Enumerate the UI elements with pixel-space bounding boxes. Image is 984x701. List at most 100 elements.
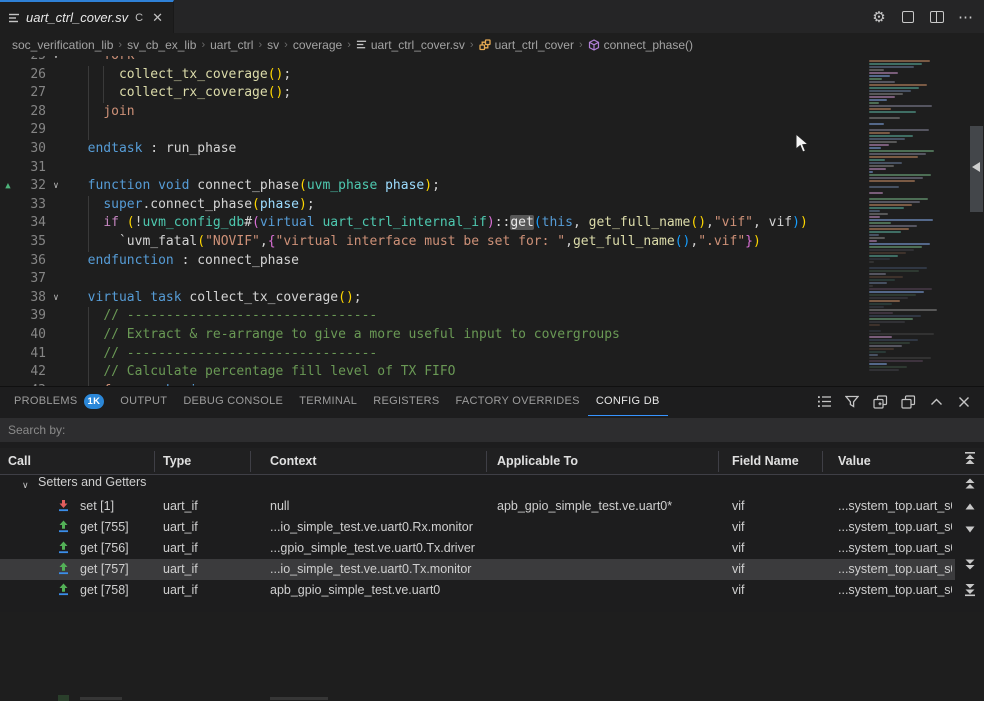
column-header-context[interactable]: Context [270, 448, 317, 475]
group-row-setters-and-getters[interactable]: ∨ Setters and Getters [0, 475, 955, 496]
code-line: 28 join [0, 103, 984, 122]
close-panel-icon[interactable] [956, 394, 972, 410]
line-number: 34 [16, 214, 46, 233]
table-row[interactable]: get [757] uart_if ...io_simple_test.ve.uar… [0, 559, 955, 580]
fold-chevron-icon[interactable]: ∨ [46, 289, 66, 308]
table-header: Call Type Context Applicable To Field Na… [0, 448, 984, 475]
type-cell: uart_if [163, 517, 247, 538]
line-number: 38 [16, 289, 46, 308]
breadcrumb-item[interactable]: sv [267, 38, 279, 52]
code-line: 42 // Calculate percentage fill level of… [0, 363, 984, 382]
table-row[interactable]: get [758]uart_ifapb_gpio_simple_test.ve.… [0, 580, 955, 601]
code-line: 35 `uvm_fatal("NOVIF",{"virtual interfac… [0, 233, 984, 252]
call-cell: set [1] [80, 496, 154, 517]
value-cell: ...system_top.uart_s0 [838, 559, 952, 580]
table-scroll-rail [955, 448, 984, 613]
page-up-icon[interactable] [963, 477, 977, 491]
close-tab-icon[interactable]: ✕ [152, 11, 163, 24]
fold-chevron-icon[interactable]: ∨ [46, 382, 66, 386]
tab-language-indicator: C [135, 12, 143, 24]
panel-tab-bar: PROBLEMS1K OUTPUT DEBUG CONSOLE TERMINAL… [0, 387, 820, 416]
line-number: 28 [16, 103, 46, 122]
editor-actions: ⚙ ⋯ [871, 0, 974, 33]
code-line: 39 // -------------------------------- [0, 307, 984, 326]
scroll-to-top-icon[interactable] [963, 451, 977, 465]
breadcrumb-item[interactable]: sv_cb_ex_lib [127, 38, 196, 52]
line-number: 42 [16, 363, 46, 382]
value-cell: ...system_top.uart_s0 [838, 580, 952, 601]
line-number: 32 [16, 177, 46, 196]
layout-icon[interactable] [900, 9, 916, 25]
panel-tab-registers[interactable]: REGISTERS [365, 387, 447, 416]
table-body: ∨ Setters and Getters set [1]uart_ifnull… [0, 475, 955, 613]
column-header-value[interactable]: Value [838, 448, 871, 475]
breadcrumb-item-method[interactable]: connect_phase() [588, 38, 693, 52]
type-cell: uart_if [163, 538, 247, 559]
column-header-type[interactable]: Type [163, 448, 191, 475]
type-cell: uart_if [163, 496, 247, 517]
editor-tab-bar: uart_ctrl_cover.sv C ✕ ⚙ ⋯ [0, 0, 984, 33]
table-row[interactable]: get [755]uart_if...io_simple_test.ve.uar… [0, 517, 955, 538]
applicable-to-cell: apb_gpio_simple_test.ve.uart0* [497, 496, 715, 517]
context-cell: apb_gpio_simple_test.ve.uart0 [270, 580, 484, 601]
split-editor-icon[interactable] [929, 9, 945, 25]
get-call-icon [57, 520, 70, 536]
table-row[interactable]: set [1]uart_ifnullapb_gpio_simple_test.v… [0, 496, 955, 517]
table-row[interactable]: get [756]uart_if...gpio_simple_test.ve.u… [0, 538, 955, 559]
column-header-field-name[interactable]: Field Name [732, 448, 799, 475]
duplicate-window-icon[interactable] [900, 394, 916, 410]
fold-chevron-icon[interactable]: ∨ [46, 56, 66, 66]
value-cell: ...system_top.uart_s0 [838, 538, 952, 559]
fold-chevron-icon[interactable]: ∨ [46, 177, 66, 196]
breadcrumb-item[interactable]: uart_ctrl [210, 38, 253, 52]
call-cell: get [756] [80, 538, 154, 559]
code-editor[interactable]: 25∨ fork26 collect_tx_coverage();27 coll… [0, 56, 984, 386]
code-line: ▲32∨ function void connect_phase(uvm_pha… [0, 177, 984, 196]
breadcrumb-item-file[interactable]: uart_ctrl_cover.sv [356, 38, 465, 52]
search-input[interactable] [0, 418, 984, 442]
chevron-down-icon[interactable]: ∨ [22, 475, 29, 496]
breadcrumb-item[interactable]: coverage [293, 38, 342, 52]
row-down-icon[interactable] [963, 522, 977, 536]
panel-tab-debug-console[interactable]: DEBUG CONSOLE [175, 387, 291, 416]
panel-tab-terminal[interactable]: TERMINAL [291, 387, 365, 416]
panel-tab-problems[interactable]: PROBLEMS1K [6, 387, 112, 416]
code-line: 36 endfunction : connect_phase [0, 252, 984, 271]
code-line: 27 collect_rx_coverage(); [0, 84, 984, 103]
line-number: 25 [16, 56, 46, 66]
scroll-to-bottom-icon[interactable] [963, 583, 977, 597]
new-window-plus-icon[interactable] [872, 394, 888, 410]
context-cell: ...io_simple_test.ve.uart0.Tx.monitor [270, 559, 484, 580]
value-cell: ...system_top.uart_s0 [838, 517, 952, 538]
panel-tab-factory-overrides[interactable]: FACTORY OVERRIDES [448, 387, 588, 416]
list-view-icon[interactable] [816, 394, 832, 410]
code-line: 41 // -------------------------------- [0, 345, 984, 364]
chevron-up-icon[interactable] [928, 394, 944, 410]
column-header-applicable-to[interactable]: Applicable To [497, 448, 578, 475]
code-line: 38∨ virtual task collect_tx_coverage(); [0, 289, 984, 308]
more-actions-icon[interactable]: ⋯ [958, 9, 974, 25]
value-cell: ...system_top.uart_s0 [838, 496, 952, 517]
tab-uart-ctrl-cover[interactable]: uart_ctrl_cover.sv C ✕ [0, 0, 174, 33]
line-number: 36 [16, 252, 46, 271]
group-label: Setters and Getters [38, 475, 146, 489]
gear-icon[interactable]: ⚙ [871, 9, 887, 25]
breadcrumb: soc_verification_lib› sv_cb_ex_lib› uart… [0, 33, 984, 56]
row-up-icon[interactable] [963, 500, 977, 514]
bottom-panel: PROBLEMS1K OUTPUT DEBUG CONSOLE TERMINAL… [0, 386, 984, 612]
page-down-icon[interactable] [963, 557, 977, 571]
get-call-icon [57, 541, 70, 557]
call-cell: get [757] [80, 559, 154, 580]
tab-title: uart_ctrl_cover.sv [26, 10, 128, 25]
breadcrumb-item-class[interactable]: uart_ctrl_cover [479, 38, 574, 52]
type-cell: uart_if [163, 559, 247, 580]
line-number: 37 [16, 270, 46, 289]
code-line: 34 if (!uvm_config_db#(virtual uart_ctrl… [0, 214, 984, 233]
panel-tab-config-db[interactable]: CONFIG DB [588, 387, 668, 416]
filter-icon[interactable] [844, 394, 860, 410]
line-number: 31 [16, 159, 46, 178]
column-header-call[interactable]: Call [8, 448, 31, 475]
breadcrumb-item[interactable]: soc_verification_lib [12, 38, 113, 52]
panel-tab-output[interactable]: OUTPUT [112, 387, 175, 416]
field-name-cell: vif [732, 580, 820, 601]
